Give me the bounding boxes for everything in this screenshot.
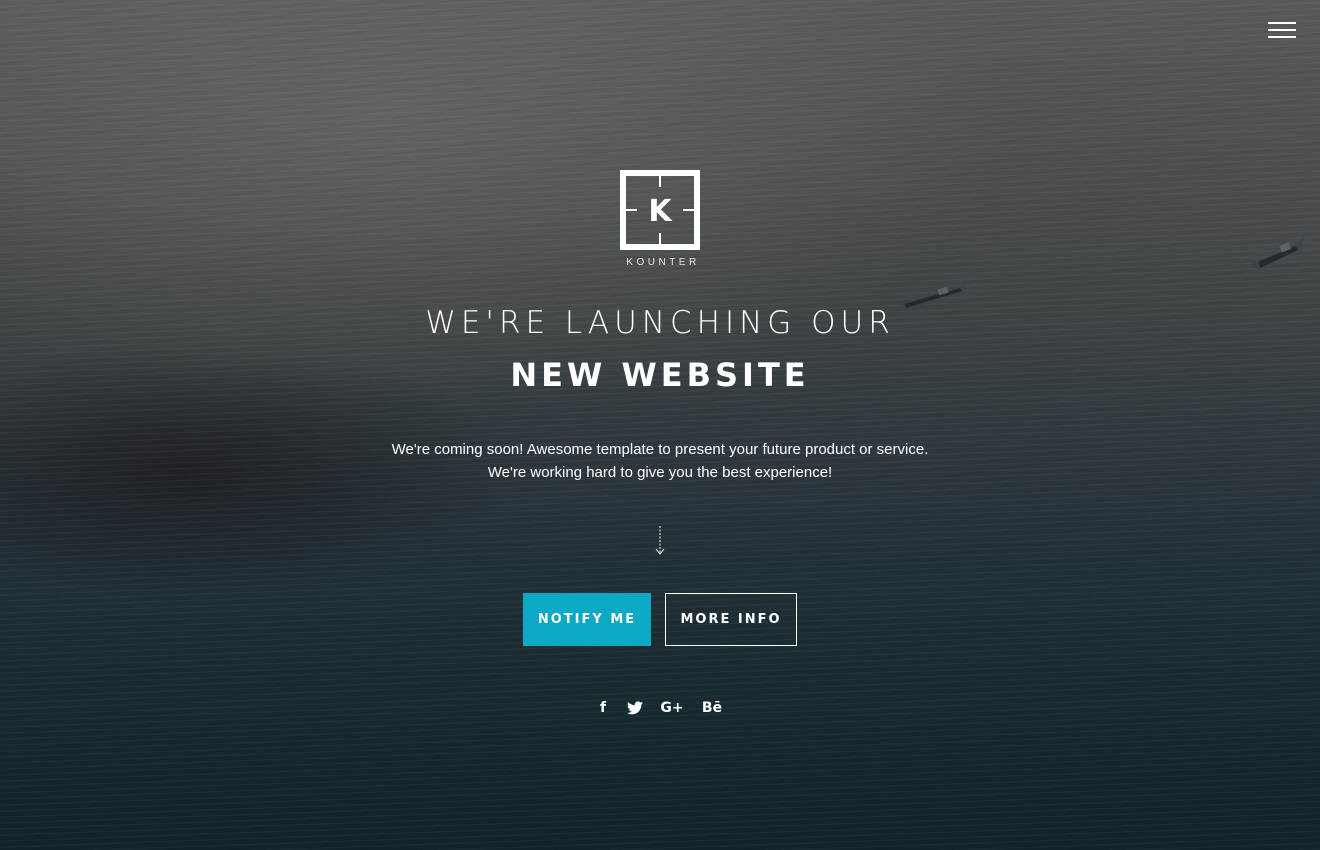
logo-letter: K (648, 194, 673, 229)
hamburger-menu-icon[interactable] (1268, 20, 1298, 42)
description-line-1: We're coming soon! Awesome template to p… (391, 441, 929, 458)
menu-line (1268, 29, 1296, 31)
brand-name: KOUNTER (626, 257, 700, 268)
headline-line-2: NEW WEBSITE (510, 356, 810, 394)
kounter-logo: K (620, 170, 700, 250)
menu-line (1268, 22, 1296, 24)
menu-line (1268, 36, 1296, 38)
twitter-bird-glyph (627, 701, 643, 715)
notify-me-button[interactable]: NOTIFY ME (523, 593, 651, 646)
behance-icon[interactable]: Bē (700, 697, 724, 719)
description-line-2: We're working hard to give you the best … (487, 464, 833, 481)
facebook-icon[interactable]: f (596, 697, 610, 719)
more-info-button[interactable]: MORE INFO (665, 593, 797, 646)
ocean-background (0, 0, 1320, 850)
google-plus-icon[interactable]: G+ (660, 697, 684, 719)
social-links: f G+ Bē (0, 697, 1320, 719)
hero-section: K KOUNTER WE'RE LAUNCHING OUR NEW WEBSIT… (0, 0, 1320, 850)
twitter-icon[interactable] (626, 697, 644, 719)
arrow-down-icon[interactable] (654, 526, 666, 556)
facebook-glyph: f (599, 700, 607, 716)
headline-line-1: WE'RE LAUNCHING OUR (425, 305, 895, 341)
google-plus-glyph: G+ (660, 700, 684, 716)
behance-glyph: Bē (701, 700, 723, 716)
description: We're coming soon! Awesome template to p… (0, 438, 1320, 484)
